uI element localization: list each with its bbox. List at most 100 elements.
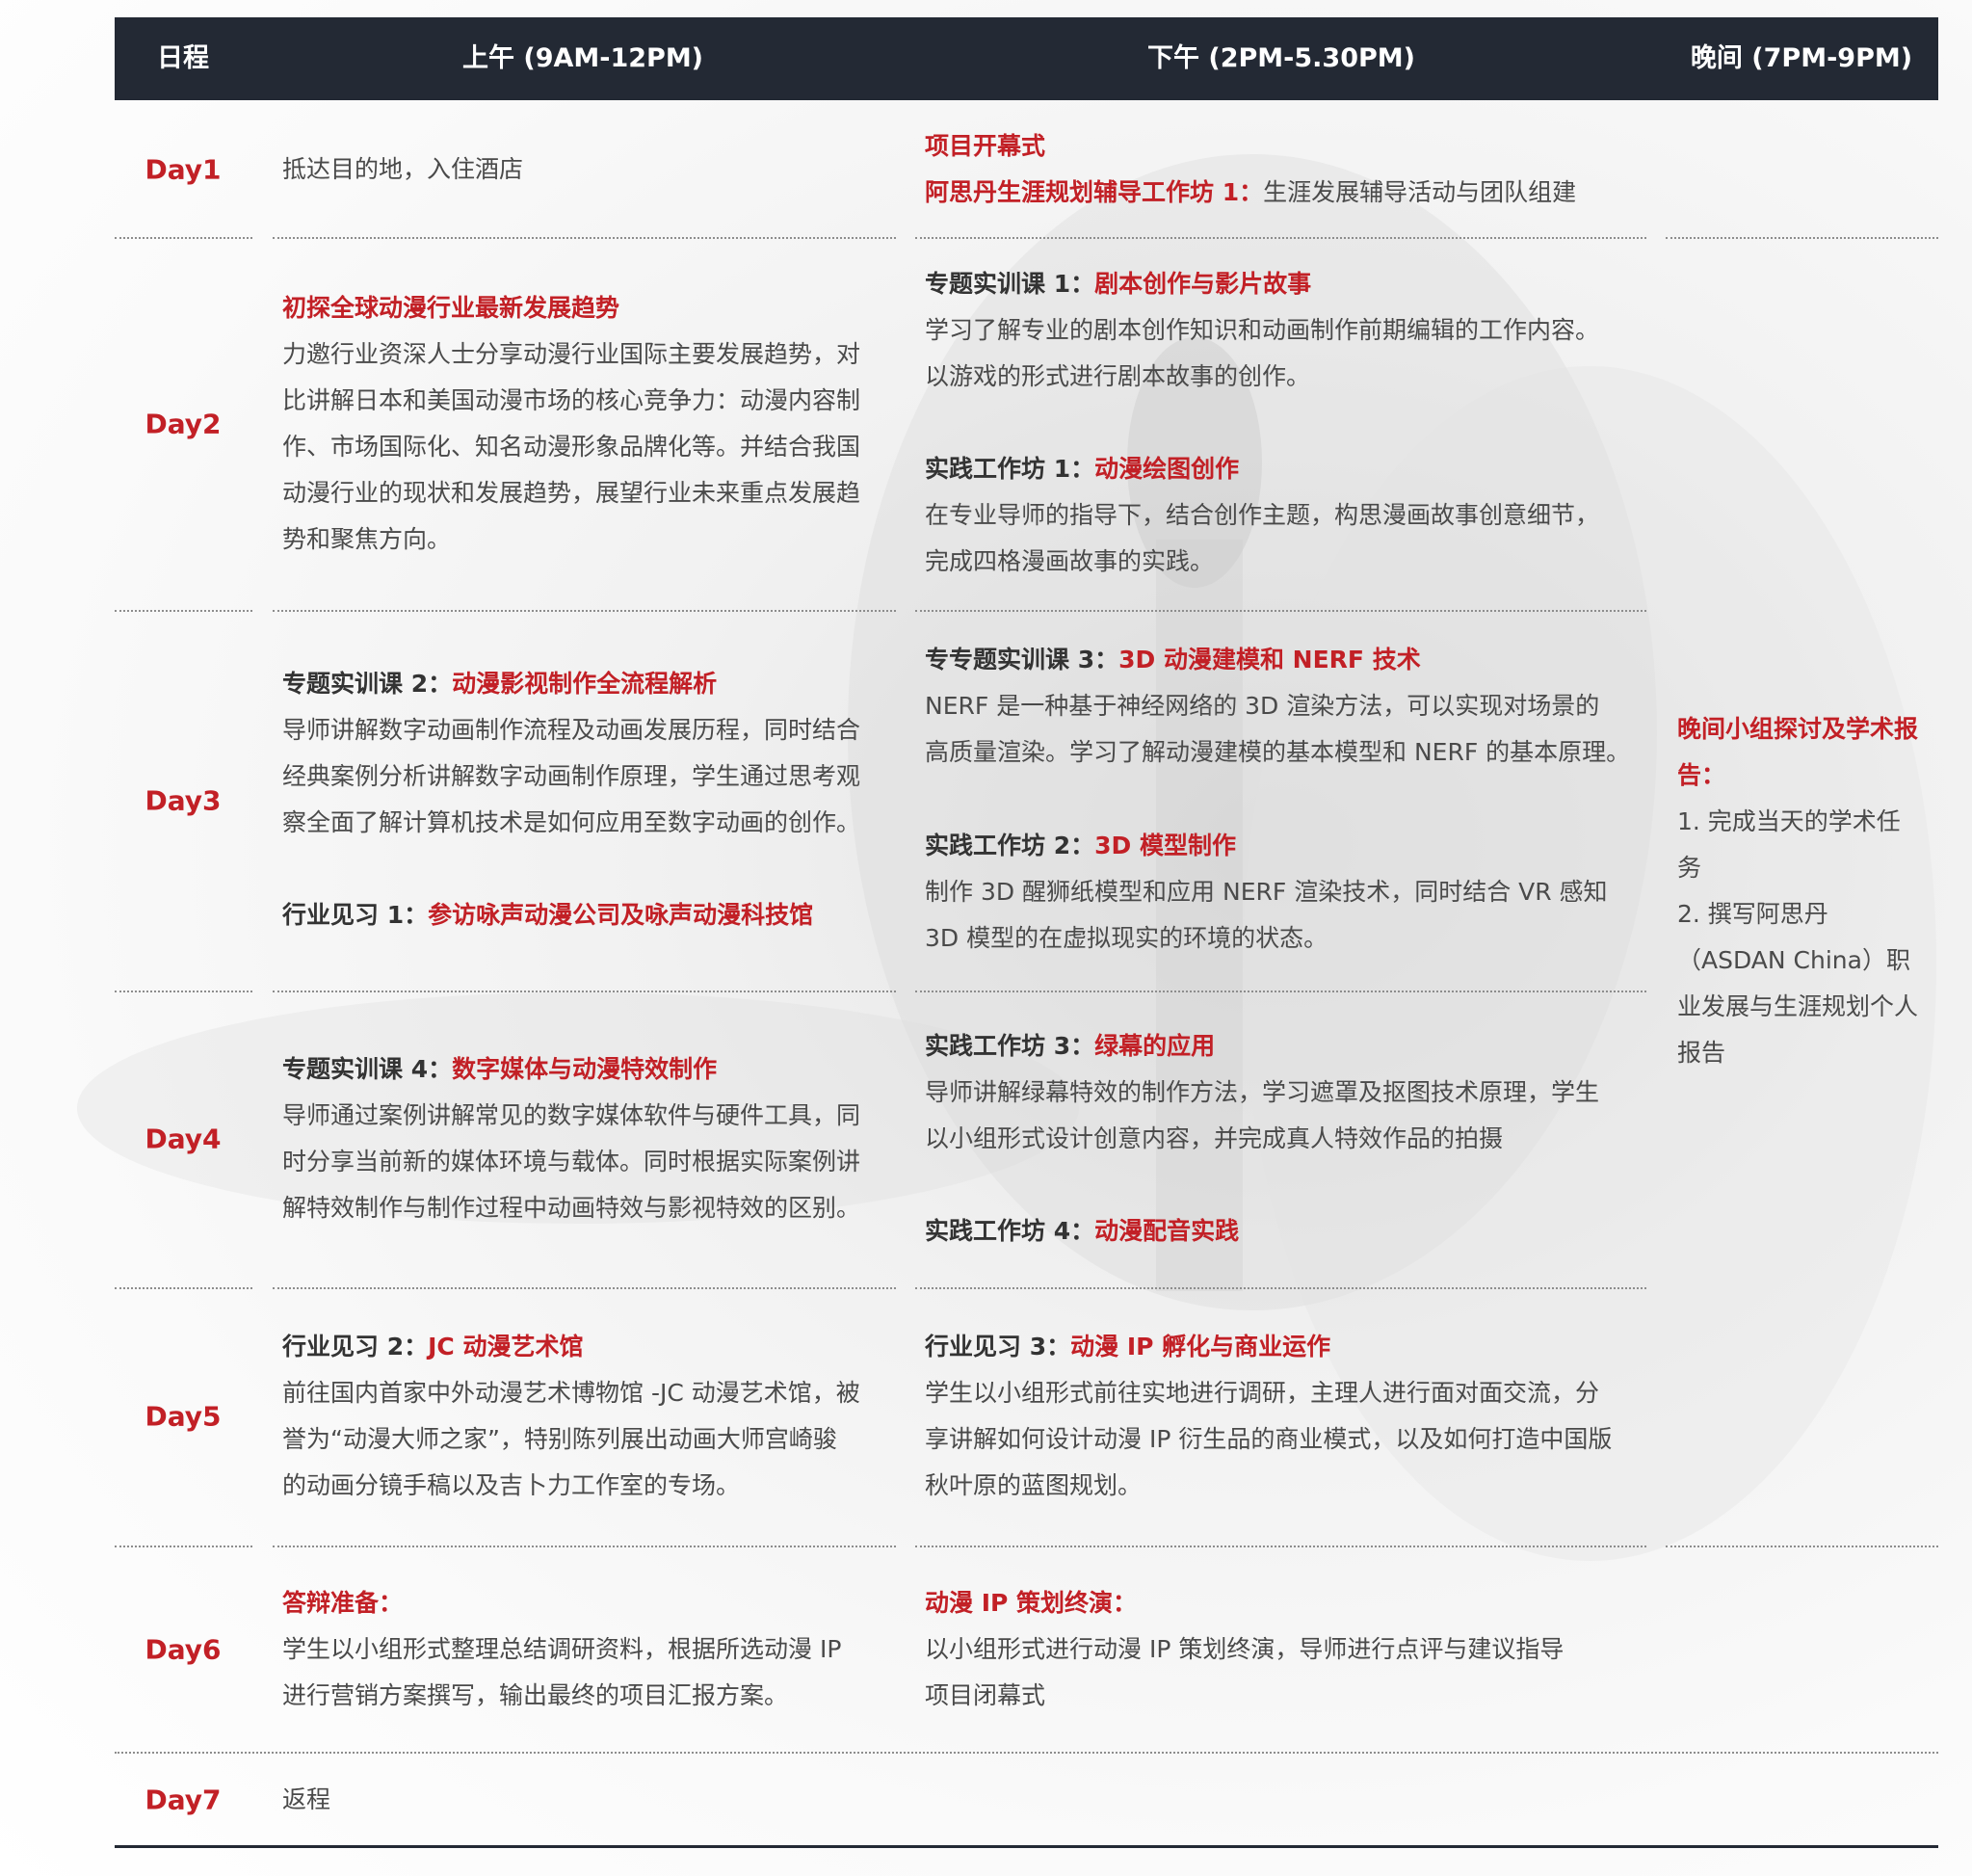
day2-am-line: 比讲解日本和美国动漫市场的核心竞争力：动漫内容制 [282,386,861,414]
day3-am1-line: 经典案例分析讲解数字动画制作原理，学生通过思考观 [282,762,861,790]
header-evening: 晚间 (7PM-9PM) [1690,43,1913,73]
day4-pm1-line: 导师讲解绿幕特效的制作方法，学习遮罩及抠图技术原理，学生 [925,1078,1600,1106]
day5-pm-line: 秋叶原的蓝图规划。 [925,1471,1143,1499]
day3-am1-title: 专题实训课 2：动漫影视制作全流程解析 [282,670,718,698]
row-separator [115,1287,252,1289]
day4-am-line: 解特效制作与制作过程中动画特效与影视特效的区别。 [282,1194,861,1222]
header-morning: 上午 (9AM-12PM) [461,43,704,73]
day5-am-title: 行业见习 2：JC 动漫艺术馆 [282,1333,584,1361]
day3-morning-1: 专题实训课 2：动漫影视制作全流程解析 导师讲解数字动画制作流程及动画发展历程，… [282,661,899,846]
day2-morning: 初探全球动漫行业最新发展趋势 力邀行业资深人士分享动漫行业国际主要发展趋势，对 … [282,285,899,563]
day3-afternoon-1: 专专题实训课 3：3D 动漫建模和 NERF 技术 NERF 是一种基于神经网络… [925,637,1630,776]
day3-pm1-line: 高质量渲染。学习了解动漫建模的基本模型和 NERF 的基本原理。 [925,738,1631,766]
header-afternoon: 下午 (2PM-5.30PM) [1146,43,1416,73]
day6-am-line: 进行营销方案撰写，输出最终的项目汇报方案。 [282,1681,789,1709]
row-separator [273,610,896,612]
day4-am-line: 导师通过案例讲解常见的数字媒体软件与硬件工具，同 [282,1101,861,1129]
day2-pm2-title: 实践工作坊 1：动漫绘图创作 [925,455,1240,483]
evening-block: 晚间小组探讨及学术报 告： 1. 完成当天的学术任 务 2. 撰写阿思丹 （AS… [1677,706,1937,1076]
day4-label: Day4 [145,1123,222,1155]
day2-pm1-line: 学习了解专业的剧本创作知识和动画制作前期编辑的工作内容。 [925,316,1600,344]
day5-afternoon: 行业见习 3：动漫 IP 孵化与商业运作 学生以小组形式前往实地进行调研，主理人… [925,1324,1612,1509]
row-separator [273,1287,896,1289]
day6-am-title: 答辩准备： [282,1589,404,1617]
day4-am-line: 时分享当前新的媒体环境与载体。同时根据实际案例讲 [282,1148,861,1176]
row-separator [915,1546,1646,1547]
row-separator [915,610,1646,612]
row-separator [115,1752,1938,1754]
day5-morning: 行业见习 2：JC 动漫艺术馆 前往国内首家中外动漫艺术博物馆 -JC 动漫艺术… [282,1324,899,1509]
day5-am-line: 誉为“动漫大师之家”，特别陈列展出动画大师宫崎骏 [282,1425,837,1453]
day1-pm-opening: 项目开幕式 [925,132,1046,160]
day2-afternoon-1: 专题实训课 1：剧本创作与影片故事 学习了解专业的剧本创作知识和动画制作前期编辑… [925,261,1599,400]
day6-pm-title: 动漫 IP 策划终演： [925,1589,1138,1617]
evening-line: 1. 完成当天的学术任 [1677,807,1901,835]
day4-pm1-title: 实践工作坊 3：绿幕的应用 [925,1032,1216,1060]
day5-pm-line: 享讲解如何设计动漫 IP 衍生品的商业模式，以及如何打造中国版 [925,1425,1613,1453]
row-separator [115,610,252,612]
day6-morning: 答辩准备： 学生以小组形式整理总结调研资料，根据所选动漫 IP 进行营销方案撰写… [282,1580,841,1719]
row-separator [915,237,1646,239]
day2-pm2-line: 在专业导师的指导下，结合创作主题，构思漫画故事创意细节， [925,501,1600,529]
row-separator [1666,237,1938,239]
day3-afternoon-2: 实践工作坊 2：3D 模型制作 制作 3D 醒狮纸模型和应用 NERF 渲染技术… [925,823,1608,962]
day5-am-line: 的动画分镜手稿以及吉卜力工作室的专场。 [282,1471,741,1499]
evening-line: 报告 [1677,1039,1726,1067]
day2-pm1-line: 以游戏的形式进行剧本故事的创作。 [925,362,1311,390]
day4-morning: 专题实训课 4：数字媒体与动漫特效制作 导师通过案例讲解常见的数字媒体软件与硬件… [282,1046,899,1231]
day6-pm-line: 以小组形式进行动漫 IP 策划终演，导师进行点评与建议指导 [925,1635,1564,1663]
day1-morning-text: 抵达目的地，入住酒店 [282,155,524,183]
day1-pm-workshop: 阿思丹生涯规划辅导工作坊 1：生涯发展辅导活动与团队组建 [925,178,1577,206]
row-separator [115,237,252,239]
day5-label: Day5 [145,1400,222,1433]
day7-morning: 返程 [282,1777,330,1823]
header-day: 日程 [157,43,209,73]
day2-label: Day2 [145,408,222,440]
table-header: 日程 上午 (9AM-12PM) 下午 (2PM-5.30PM) 晚间 (7PM… [115,17,1938,100]
day2-am-title: 初探全球动漫行业最新发展趋势 [282,294,620,322]
day6-am-line: 学生以小组形式整理总结调研资料，根据所选动漫 IP [282,1635,842,1663]
day1-label: Day1 [145,153,222,186]
day3-morning-2: 行业见习 1：参访咏声动漫公司及咏声动漫科技馆 [282,892,813,938]
day3-pm2-line: 制作 3D 醒狮纸模型和应用 NERF 渲染技术，同时结合 VR 感知 [925,878,1608,906]
evening-line: 务 [1677,854,1702,882]
day3-am1-line: 导师讲解数字动画制作流程及动画发展历程，同时结合 [282,716,861,744]
day6-pm-line: 项目闭幕式 [925,1681,1046,1709]
day2-am-line: 作、市场国际化、知名动漫形象品牌化等。并结合我国 [282,433,861,461]
evening-line: （ASDAN China）职 [1677,946,1910,974]
row-separator [273,1546,896,1547]
day2-am-line: 动漫行业的现状和发展趋势，展望行业未来重点发展趋 [282,479,861,507]
evening-title: 告： [1677,761,1726,789]
day3-am2-title: 行业见习 1：参访咏声动漫公司及咏声动漫科技馆 [282,901,814,929]
day2-am-line: 力邀行业资深人士分享动漫行业国际主要发展趋势，对 [282,340,861,368]
day7-morning-text: 返程 [282,1785,331,1813]
day3-am1-line: 察全面了解计算机技术是如何应用至数字动画的创作。 [282,808,861,836]
row-separator [273,237,896,239]
day3-pm2-title: 实践工作坊 2：3D 模型制作 [925,832,1236,859]
day7-label: Day7 [145,1784,222,1816]
row-separator [273,991,896,992]
day5-am-line: 前往国内首家中外动漫艺术博物馆 -JC 动漫艺术馆，被 [282,1379,860,1407]
day3-pm1-line: NERF 是一种基于神经网络的 3D 渲染方法，可以实现对场景的 [925,692,1600,720]
day2-afternoon-2: 实践工作坊 1：动漫绘图创作 在专业导师的指导下，结合创作主题，构思漫画故事创意… [925,446,1599,585]
day5-pm-title: 行业见习 3：动漫 IP 孵化与商业运作 [925,1333,1331,1361]
day4-pm1-line: 以小组形式设计创意内容，并完成真人特效作品的拍摄 [925,1124,1504,1152]
row-separator [915,1287,1646,1289]
day4-afternoon-2: 实践工作坊 4：动漫配音实践 [925,1208,1239,1255]
day3-label: Day3 [145,784,222,817]
day2-pm2-line: 完成四格漫画故事的实践。 [925,547,1215,575]
day2-am-line: 势和聚焦方向。 [282,525,452,553]
evening-line: 2. 撰写阿思丹 [1677,900,1828,928]
day2-pm1-title: 专题实训课 1：剧本创作与影片故事 [925,270,1312,298]
table-bottom-rule [115,1845,1938,1848]
row-separator [915,991,1646,992]
day4-afternoon-1: 实践工作坊 3：绿幕的应用 导师讲解绿幕特效的制作方法，学习遮罩及抠图技术原理，… [925,1023,1599,1162]
day6-label: Day6 [145,1633,222,1666]
day3-pm2-line: 3D 模型的在虚拟现实的环境的状态。 [925,924,1328,952]
day6-afternoon: 动漫 IP 策划终演： 以小组形式进行动漫 IP 策划终演，导师进行点评与建议指… [925,1580,1564,1719]
row-separator [115,1546,252,1547]
row-separator [1666,1546,1938,1547]
day4-pm2-title: 实践工作坊 4：动漫配音实践 [925,1217,1240,1245]
evening-title: 晚间小组探讨及学术报 [1677,715,1919,743]
row-separator [115,991,252,992]
